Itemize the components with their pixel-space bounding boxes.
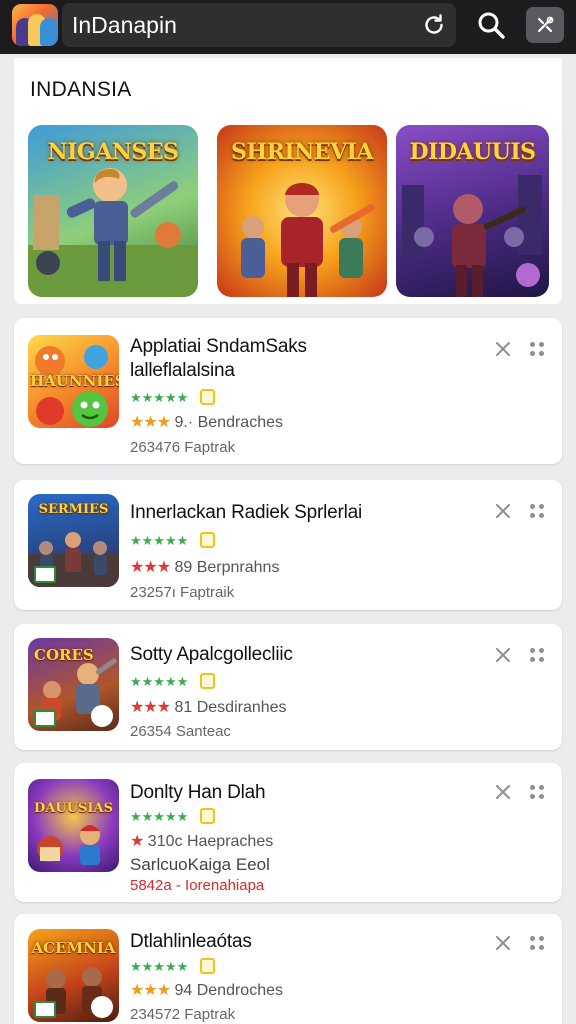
award-icon: [200, 389, 215, 405]
award-icon: [200, 532, 215, 548]
thumbnail-title: SERMIES: [38, 502, 109, 517]
star-rating: ★★★★★: [130, 674, 189, 689]
thumbnail-title: HAUNNIES: [30, 372, 119, 390]
star-rating: ★★★★★: [130, 959, 189, 974]
star-rating: ★★★★★: [130, 390, 189, 405]
rating-text: 89 Berpnrahns: [174, 559, 280, 576]
game-logo-icon[interactable]: [12, 4, 58, 46]
rating-stars: ★★★: [130, 982, 171, 999]
search-icon[interactable]: [472, 6, 510, 44]
tools-icon: [91, 705, 113, 727]
award-icon: [200, 808, 215, 824]
drag-handle-icon[interactable]: [528, 646, 546, 664]
app-list-item[interactable]: SERMIES Innerlackan Radiek Sprlerlai ★★★…: [14, 480, 562, 610]
image-icon: [34, 566, 56, 583]
star-rating: ★★★★★: [130, 809, 189, 824]
rating-line: ★ 310c Haepraches: [130, 833, 273, 851]
rating-text: 81 Desdiranhes: [174, 699, 287, 716]
app-thumbnail: HAUNNIES: [28, 335, 119, 428]
drag-handle-icon[interactable]: [528, 934, 546, 952]
featured-game-tile[interactable]: NIGANSES: [28, 125, 198, 297]
tools-icon[interactable]: [526, 7, 564, 43]
image-icon: [34, 710, 56, 727]
promo-text[interactable]: 5842a - Iorenahiapa: [130, 877, 264, 895]
rating-stars: ★★★: [130, 559, 171, 576]
app-thumbnail: CORES: [28, 638, 119, 731]
app-name: Dtlahlinleaótas: [130, 931, 252, 952]
top-bar: InDanapin: [0, 0, 576, 54]
app-name: Donlty Han Dlah: [130, 782, 266, 803]
thumbnail-title: ACEMNIA: [31, 939, 116, 957]
award-icon: [200, 673, 215, 689]
featured-tile-title: NIGANSES: [47, 139, 179, 165]
featured-heading: INDANSIA: [30, 78, 132, 101]
rating-stars: ★★★: [130, 699, 171, 716]
featured-game-tile[interactable]: DIDAUUIS: [396, 125, 549, 297]
app-list-item[interactable]: CORES Sotty Apalcgollecliic ★★★★★ ★★★ 81…: [14, 624, 562, 750]
close-icon[interactable]: [492, 781, 514, 803]
app-list-item[interactable]: ACEMNIA Dtlahlinleaótas ★★★★★ ★★★ 94 Den…: [14, 914, 562, 1024]
featured-tile-title: DIDAUUIS: [409, 139, 536, 165]
app-name: Innerlackan Radiek Sprlerlai: [130, 502, 363, 523]
app-name: Applatiai SndamSaks: [130, 336, 307, 357]
rating-line: ★★★ 81 Desdiranhes: [130, 699, 287, 717]
app-thumbnail: SERMIES: [28, 494, 119, 587]
refresh-icon[interactable]: [418, 9, 450, 41]
drag-handle-icon[interactable]: [528, 502, 546, 520]
rating-line: ★★★ 94 Dendroches: [130, 982, 283, 1000]
app-meta: 23257ı Faptraik: [130, 584, 235, 601]
close-icon[interactable]: [492, 500, 514, 522]
rating-line: ★★★ 9.· Bendraches: [130, 414, 283, 432]
star-rating: ★★★★★: [130, 533, 189, 548]
drag-handle-icon[interactable]: [528, 783, 546, 801]
app-title: InDanapin: [72, 12, 177, 38]
app-name-second-line: lalleflalalsina: [130, 360, 235, 381]
rating-line: ★★★ 89 Berpnrahns: [130, 559, 279, 577]
award-icon: [200, 958, 215, 974]
close-icon[interactable]: [492, 644, 514, 666]
thumbnail-title: DAUUSIAS: [34, 801, 113, 816]
rating-stars: ★: [130, 833, 144, 850]
close-icon[interactable]: [492, 932, 514, 954]
app-meta: 234572 Faptrak: [130, 1006, 236, 1023]
app-name: Sotty Apalcgollecliic: [130, 644, 293, 665]
image-icon: [34, 1001, 56, 1018]
app-thumbnail: ACEMNIA: [28, 929, 119, 1022]
tools-icon: [91, 996, 113, 1018]
featured-game-tile[interactable]: SHRINEVIA: [217, 125, 387, 297]
rating-text: 9.· Bendraches: [174, 414, 283, 431]
featured-tile-title: SHRINEVIA: [230, 139, 374, 165]
drag-handle-icon[interactable]: [528, 340, 546, 358]
rating-text: 94 Dendroches: [174, 982, 283, 999]
featured-section: INDANSIA NIGANSES SHRINEVIA DIDAUUIS: [14, 58, 562, 304]
app-meta: 26354 Santeac: [130, 723, 231, 740]
app-meta: 263476 Faptrak: [130, 439, 236, 456]
app-list-item[interactable]: HAUNNIES Applatiai SndamSaks lalleflalal…: [14, 318, 562, 464]
rating-stars: ★★★: [130, 414, 171, 431]
rating-text: 310c Haepraches: [147, 833, 274, 850]
app-list-item[interactable]: DAUUSIAS Donlty Han Dlah ★★★★★ ★ 310c Ha…: [14, 763, 562, 902]
app-subtitle: SarlcuoKaiga Eeol: [130, 855, 270, 874]
app-thumbnail: DAUUSIAS: [28, 779, 119, 872]
thumbnail-title: CORES: [34, 646, 94, 664]
close-icon[interactable]: [492, 338, 514, 360]
